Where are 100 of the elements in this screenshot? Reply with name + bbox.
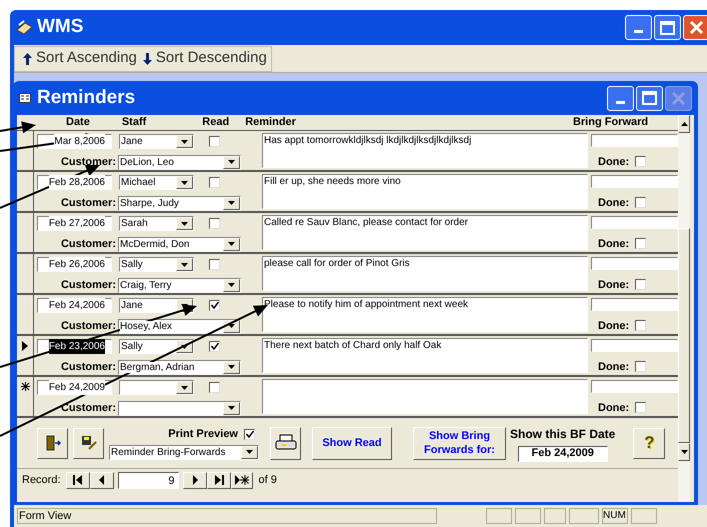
bring-forward-field[interactable]: [591, 298, 678, 310]
done-label: Done:: [598, 154, 630, 170]
bf-date-field[interactable]: Feb 24,2009: [518, 446, 608, 462]
done-checkbox[interactable]: [635, 320, 646, 332]
done-label: Done:: [598, 278, 630, 292]
customer-dropdown[interactable]: DeLion, Leo: [118, 154, 241, 170]
done-checkbox[interactable]: [635, 197, 646, 208]
customer-dropdown[interactable]: Sharpe, Judy: [118, 196, 241, 211]
bring-forward-field[interactable]: [591, 257, 678, 270]
column-header: Read: [202, 115, 230, 130]
customer-label: Customer:: [60, 319, 116, 334]
reminder-field[interactable]: Please to notify him of appointment next week: [262, 297, 588, 332]
reminder-field[interactable]: There next batch of Chard only half Oak: [262, 338, 588, 373]
bring-forward-field[interactable]: [591, 380, 678, 392]
customer-dropdown[interactable]: McDermid, Don: [118, 236, 241, 252]
customer-label: Customer:: [60, 237, 116, 252]
disk-pencil-icon: [80, 435, 96, 451]
reminder-field[interactable]: Called re Sauv Blanc, please contact for order: [262, 215, 588, 250]
sort-button[interactable]: Sort Ascending: [23, 47, 137, 70]
dropdown-icon: [223, 238, 240, 251]
done-checkbox[interactable]: [635, 361, 646, 372]
read-checkbox[interactable]: [209, 218, 220, 229]
down-arrow-icon: [680, 450, 688, 454]
print-preview-checkbox[interactable]: [244, 429, 255, 440]
print-button[interactable]: [270, 426, 301, 460]
bring-forward-field[interactable]: [591, 175, 678, 188]
reminder-field[interactable]: [262, 379, 588, 414]
scroll-thumb[interactable]: [678, 228, 690, 443]
maximize-button[interactable]: [654, 15, 681, 40]
new-record-button[interactable]: [230, 472, 253, 488]
status-panel: [544, 508, 566, 524]
done-label: Done:: [598, 360, 630, 374]
date-field[interactable]: Feb 24,2009: [37, 380, 112, 395]
show-bring-forwards-button[interactable]: Show Bring Forwards for:: [413, 426, 506, 460]
done-checkbox[interactable]: [635, 402, 646, 414]
print-preview-label: Print Preview: [168, 427, 238, 442]
bring-forward-field[interactable]: [591, 216, 678, 228]
dropdown-icon: [223, 196, 240, 210]
customer-dropdown[interactable]: [118, 400, 241, 416]
edit-button[interactable]: [73, 428, 104, 458]
dropdown-icon: [176, 381, 193, 394]
dropdown-icon: [176, 258, 193, 271]
dropdown-icon: [223, 360, 240, 374]
maximize-button[interactable]: [636, 86, 663, 110]
help-button[interactable]: ?: [633, 428, 666, 458]
customer-dropdown[interactable]: Hosey, Alex: [118, 318, 241, 334]
customer-label: Customer:: [60, 401, 116, 416]
bring-forward-field[interactable]: [591, 339, 678, 352]
date-field[interactable]: Feb 23,2006: [37, 339, 112, 354]
date-field[interactable]: Feb 26,2006: [37, 257, 112, 272]
close-button[interactable]: [665, 86, 692, 110]
arrow-up-icon: [23, 52, 32, 64]
read-checkbox[interactable]: [209, 382, 220, 393]
done-label: Done:: [598, 318, 630, 334]
read-checkbox[interactable]: [209, 177, 220, 188]
reminder-field[interactable]: Fill er up, she needs more vino: [262, 174, 588, 209]
staff-dropdown[interactable]: Sally: [119, 257, 194, 272]
scrollbar[interactable]: [678, 115, 690, 502]
read-checkbox[interactable]: [209, 300, 220, 311]
done-checkbox[interactable]: [635, 238, 646, 250]
dropdown-icon: [223, 402, 240, 415]
dropdown-icon: [176, 217, 193, 230]
record-number-field[interactable]: 9: [118, 472, 179, 488]
sort-button[interactable]: Sort Descending: [142, 47, 267, 70]
read-checkbox[interactable]: [209, 136, 220, 147]
exit-button[interactable]: [37, 428, 68, 458]
date-field[interactable]: Mar 8,2006: [37, 134, 112, 149]
done-checkbox[interactable]: [635, 156, 646, 168]
date-field[interactable]: Feb 24,2006: [37, 298, 112, 313]
staff-dropdown[interactable]: Jane: [119, 298, 194, 313]
staff-dropdown[interactable]: Sally: [119, 339, 194, 354]
printer-icon: [274, 434, 296, 452]
first-record-button[interactable]: [66, 472, 90, 488]
reminder-field[interactable]: please call for order of Pinot Gris: [262, 256, 588, 291]
bring-forward-field[interactable]: [591, 134, 678, 146]
report-dropdown[interactable]: Reminder Bring-Forwards: [109, 444, 259, 460]
date-field[interactable]: Feb 27,2006: [37, 216, 112, 231]
dropdown-icon: [223, 278, 240, 292]
minimize-button[interactable]: [625, 15, 652, 40]
scroll-down-button[interactable]: [678, 443, 690, 461]
staff-dropdown[interactable]: [119, 380, 194, 395]
customer-dropdown[interactable]: Bergman, Adrian: [118, 360, 241, 375]
staff-dropdown[interactable]: Jane: [119, 134, 194, 149]
reminder-field[interactable]: Has appt tomorrowkldjlksdj lkdjlkdjlksdjlkdjlksdj: [262, 133, 588, 168]
read-checkbox[interactable]: [209, 341, 220, 352]
last-record-button[interactable]: [206, 472, 231, 488]
staff-dropdown[interactable]: Sarah: [119, 216, 194, 231]
first-icon: [72, 475, 83, 485]
previous-record-button[interactable]: [90, 472, 114, 488]
customer-dropdown[interactable]: Craig, Terry: [118, 278, 241, 293]
record-count: of 9: [258, 472, 277, 488]
done-checkbox[interactable]: [635, 279, 646, 290]
show-read-button[interactable]: Show Read: [312, 426, 392, 460]
date-field[interactable]: Feb 28,2006: [37, 175, 112, 190]
next-record-button[interactable]: [182, 472, 207, 488]
column-header: Reminder: [245, 115, 296, 130]
staff-dropdown[interactable]: Michael: [119, 175, 194, 190]
read-checkbox[interactable]: [209, 259, 220, 270]
scroll-up-button[interactable]: [678, 115, 690, 133]
minimize-button[interactable]: [607, 86, 634, 110]
